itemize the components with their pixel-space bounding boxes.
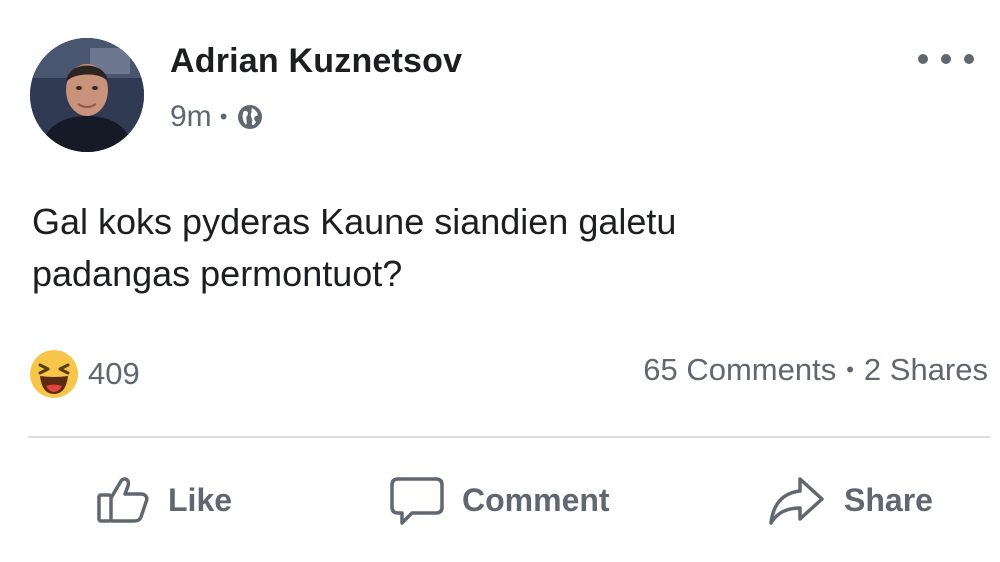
facebook-post: Adrian Kuznetsov 9m • Gal koks pyderas K… bbox=[0, 0, 1000, 562]
avatar-photo-icon bbox=[30, 38, 144, 152]
shares-count-link[interactable]: 2 Shares bbox=[864, 352, 988, 388]
divider bbox=[28, 436, 990, 438]
post-timestamp[interactable]: 9m bbox=[170, 100, 212, 134]
post-meta: 9m • bbox=[170, 100, 265, 134]
share-label: Share bbox=[844, 481, 933, 518]
share-button[interactable]: Share bbox=[766, 470, 933, 530]
author-name[interactable]: Adrian Kuznetsov bbox=[170, 42, 462, 81]
post-text: Gal koks pyderas Kaune siandien galetu p… bbox=[32, 196, 932, 300]
like-button[interactable]: Like bbox=[94, 470, 232, 530]
post-text-line: Gal koks pyderas Kaune siandien galetu bbox=[32, 201, 677, 242]
author-avatar[interactable] bbox=[30, 38, 144, 152]
thumbs-up-icon bbox=[97, 477, 149, 523]
engagement-stats: 65 Comments • 2 Shares bbox=[643, 352, 988, 388]
speech-bubble-icon bbox=[390, 477, 444, 525]
ellipsis-dot-icon bbox=[941, 54, 951, 64]
like-label: Like bbox=[168, 481, 233, 518]
more-options-button[interactable] bbox=[918, 44, 974, 74]
globe-icon[interactable] bbox=[235, 102, 265, 132]
haha-icon bbox=[30, 350, 78, 398]
meta-separator: • bbox=[219, 104, 228, 129]
stats-separator: • bbox=[846, 357, 854, 382]
reaction-count: 409 bbox=[88, 356, 140, 391]
ellipsis-dot-icon bbox=[964, 54, 974, 64]
comment-label: Comment bbox=[462, 481, 610, 518]
comment-button[interactable]: Comment bbox=[388, 470, 610, 530]
reaction-summary[interactable]: 409 bbox=[28, 348, 140, 400]
comments-count-link[interactable]: 65 Comments bbox=[643, 352, 836, 388]
post-text-line: padangas permontuot? bbox=[32, 253, 403, 294]
share-arrow-icon bbox=[769, 477, 824, 525]
ellipsis-dot-icon bbox=[918, 54, 928, 64]
